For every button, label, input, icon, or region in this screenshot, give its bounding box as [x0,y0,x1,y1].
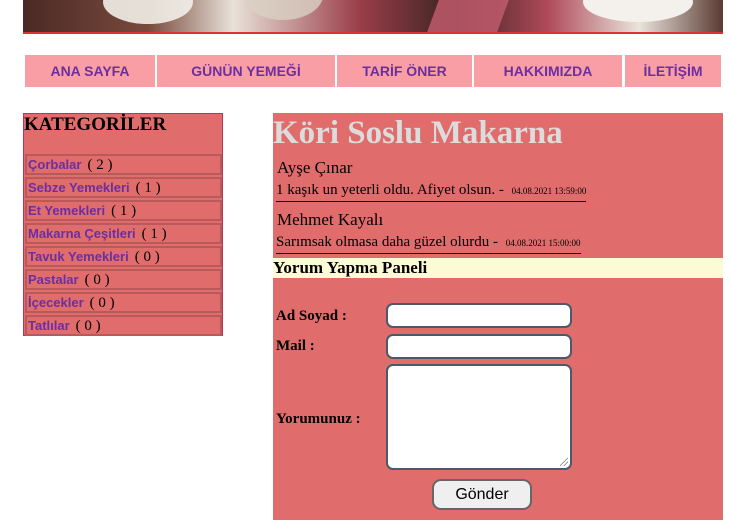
mail-input[interactable] [386,334,572,359]
comment-separator: - [498,182,504,198]
comment-date: 04.08.2021 13:59:00 [511,186,587,196]
mail-label: Mail : [276,338,315,354]
nav-about[interactable]: HAKKIMIZDA [474,55,622,87]
category-count: ( 0 ) [134,249,160,265]
nav-dish-of-day[interactable]: GÜNÜN YEMEĞİ [157,55,335,87]
recipe-title: Köri Soslu Makarna [273,115,563,151]
comment-form-title: Yorum Yapma Paneli [273,258,723,278]
nav-home[interactable]: ANA SAYFA [25,55,155,87]
comment-author: Ayşe Çınar [277,158,353,177]
plate-shape [583,0,693,22]
category-link[interactable]: Makarna Çeşitleri [27,226,136,241]
category-link[interactable]: İçecekler [27,295,84,310]
plate-shape [103,0,193,24]
category-item: Pastalar ( 0 ) [25,269,222,290]
comment-author: Mehmet Kayalı [277,210,384,229]
category-count: ( 1 ) [135,180,161,196]
categories-title: KATEGORİLER [24,114,167,135]
napkin-shape [427,0,509,32]
comment-text: Sarımsak olmasa daha güzel olurdu [276,234,490,250]
category-link[interactable]: Tavuk Yemekleri [27,249,129,264]
category-count: ( 1 ) [111,203,137,219]
category-item: Tatlılar ( 0 ) [25,315,222,336]
comment-label: Yorumunuz : [276,411,361,427]
comment-line: 1 kaşık un yeterli oldu. Afiyet olsun. -… [276,182,587,202]
category-item: Tavuk Yemekleri ( 0 ) [25,246,222,267]
category-count: ( 2 ) [87,157,113,173]
comment-date: 04.08.2021 15:00:00 [505,238,581,248]
category-count: ( 0 ) [75,318,101,334]
category-link[interactable]: Çorbalar [27,157,81,172]
comment-textarea[interactable] [386,364,572,470]
category-item: İçecekler ( 0 ) [25,292,222,313]
categories-panel: KATEGORİLER Çorbalar ( 2 ) Sebze Yemekler… [23,113,223,336]
comment-separator: - [493,234,499,250]
category-link[interactable]: Et Yemekleri [27,203,105,218]
comment-line: Sarımsak olmasa daha güzel olurdu - 04.0… [276,234,581,254]
category-link[interactable]: Pastalar [27,272,79,287]
category-item: Çorbalar ( 2 ) [25,154,222,175]
category-item: Makarna Çeşitleri ( 1 ) [25,223,222,244]
resize-grip-icon[interactable] [560,458,568,466]
nav-suggest-recipe[interactable]: TARİF ÖNER [337,55,472,87]
name-label: Ad Soyad : [276,308,347,324]
category-link[interactable]: Tatlılar [27,318,70,333]
category-item: Sebze Yemekleri ( 1 ) [25,177,222,198]
comment-text: 1 kaşık un yeterli oldu. Afiyet olsun. [276,182,496,198]
nav-contact[interactable]: İLETİŞİM [625,55,721,87]
name-input[interactable] [386,303,572,328]
header-banner-image [23,0,723,34]
category-link[interactable]: Sebze Yemekleri [27,180,130,195]
category-item: Et Yemekleri ( 1 ) [25,200,222,221]
plate-shape [243,0,323,20]
recipe-panel: Köri Soslu Makarna Ayşe Çınar 1 kaşık un… [273,113,723,520]
category-count: ( 1 ) [141,226,167,242]
category-count: ( 0 ) [89,295,115,311]
submit-button[interactable]: Gönder [432,479,532,510]
category-count: ( 0 ) [84,272,110,288]
